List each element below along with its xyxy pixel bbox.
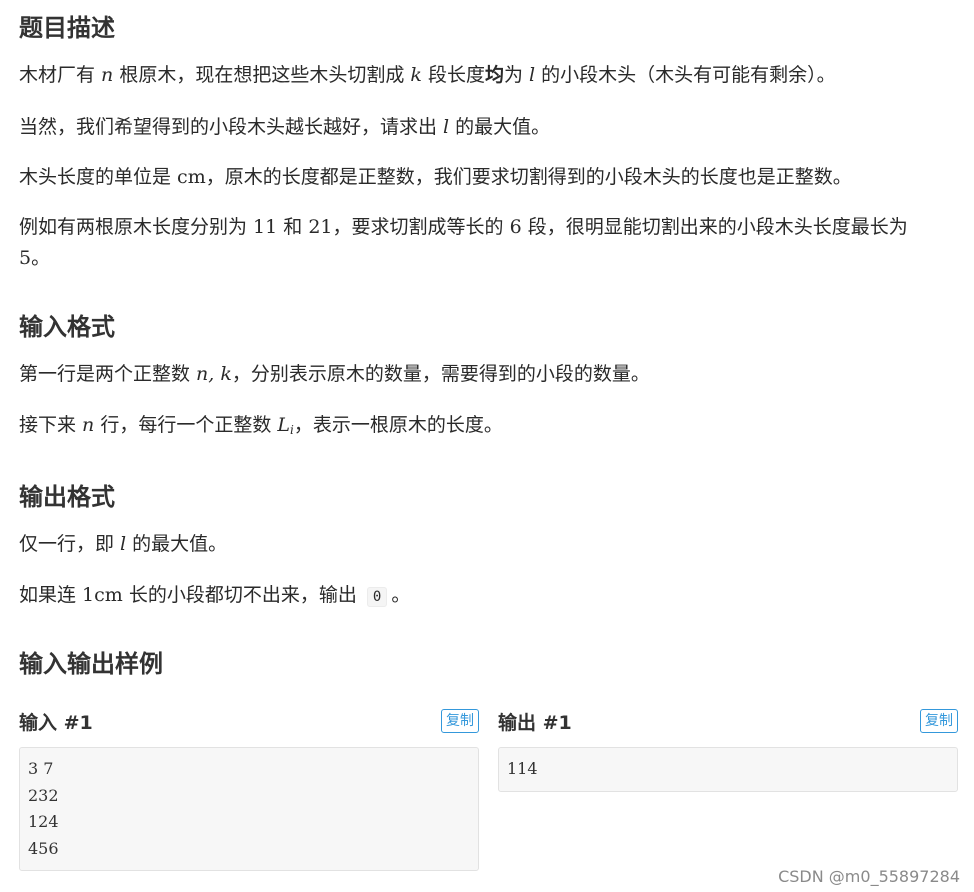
sample-line: 114 <box>507 759 538 778</box>
description-paragraph-1: 木材厂有 n 根原木，现在想把这些木头切割成 k 段长度均为 l 的小段木头（木… <box>19 60 836 91</box>
text-segment: 为 <box>503 64 530 86</box>
inline-code: 0 <box>366 587 388 607</box>
sample-line: 124 <box>28 812 59 831</box>
math-n: n <box>101 64 114 86</box>
sample-output-label: 输出 #1 <box>498 712 572 734</box>
output-format-title: 输出格式 <box>19 483 115 511</box>
output-format-paragraph-1: 仅一行，即 l 的最大值。 <box>19 529 227 560</box>
copy-input-button[interactable]: 复制 <box>441 709 479 733</box>
text-segment: 木头长度的单位是 <box>19 166 178 188</box>
sample-input: 输入 #1 复制 3 7 232 124 456 <box>19 707 479 871</box>
text-segment: 段，很明显能切割出来的小段木头长度最长为 <box>521 216 908 238</box>
text-segment: 的小段木头（木头有可能有剩余）。 <box>535 64 836 86</box>
sample-line: 232 <box>28 785 59 805</box>
sample-input-label: 输入 #1 <box>19 712 93 734</box>
math-unit: cm <box>177 166 206 188</box>
text-segment: 段长度 <box>421 64 485 86</box>
text-segment: ，要求切割成等长的 <box>332 216 510 238</box>
description-paragraph-2: 当然，我们希望得到的小段木头越长越好，请求出 l 的最大值。 <box>19 112 550 143</box>
math-n: n <box>82 414 95 436</box>
sample-output-box[interactable]: 114 <box>498 747 958 792</box>
math-k: k <box>410 64 422 86</box>
text-segment: 。 <box>391 584 411 606</box>
watermark: CSDN @m0_55897284 <box>778 867 960 886</box>
description-paragraph-4: 例如有两根原木长度分别为 11 和 21，要求切割成等长的 6 段，很明显能切割… <box>19 212 954 274</box>
samples-title: 输入输出样例 <box>19 650 163 678</box>
text-segment: 的最大值。 <box>449 116 551 138</box>
text-segment: 的最大值。 <box>126 533 228 555</box>
text-segment: ，表示一根原木的长度。 <box>293 414 503 436</box>
text-segment: 第一行是两个正整数 <box>19 363 197 385</box>
sample-line: 456 <box>28 838 59 858</box>
text-segment: 长的小段都切不出来，输出 <box>122 584 363 606</box>
text-segment: 接下来 <box>19 414 83 436</box>
math-L: L <box>277 414 291 436</box>
sample-line: 3 7 <box>28 759 54 778</box>
output-format-paragraph-2: 如果连 1cm 长的小段都切不出来，输出 0。 <box>19 580 410 613</box>
text-segment: ，分别表示原木的数量，需要得到的小段的数量。 <box>231 363 650 385</box>
text-segment: 如果连 <box>19 584 83 606</box>
text-segment: 仅一行，即 <box>19 533 121 555</box>
sample-input-header: 输入 #1 复制 <box>19 707 479 739</box>
math-value: 1cm <box>82 584 123 606</box>
text-segment: 行，每行一个正整数 <box>94 414 278 436</box>
math-n-k: n, k <box>196 363 232 385</box>
text-segment: 例如有两根原木长度分别为 <box>19 216 254 238</box>
text-segment: 木材厂有 <box>19 64 102 86</box>
math-number: 6 <box>509 216 522 238</box>
copy-output-button[interactable]: 复制 <box>920 709 958 733</box>
description-title: 题目描述 <box>19 14 115 42</box>
math-number: 21 <box>308 216 333 238</box>
math-number: 11 <box>253 216 278 238</box>
math-number: 5 <box>19 247 32 269</box>
text-segment: 当然，我们希望得到的小段木头越长越好，请求出 <box>19 116 444 138</box>
text-segment: ，原木的长度都是正整数，我们要求切割得到的小段木头的长度也是正整数。 <box>205 166 852 188</box>
sample-input-box[interactable]: 3 7 232 124 456 <box>19 747 479 871</box>
text-segment: 和 <box>277 216 309 238</box>
text-segment: 根原木，现在想把这些木头切割成 <box>113 64 411 86</box>
text-segment: 。 <box>31 247 51 269</box>
bold-text: 均 <box>484 64 504 86</box>
input-format-title: 输入格式 <box>19 313 115 341</box>
input-format-paragraph-1: 第一行是两个正整数 n, k，分别表示原木的数量，需要得到的小段的数量。 <box>19 359 650 390</box>
sample-output-header: 输出 #1 复制 <box>498 707 958 739</box>
description-paragraph-3: 木头长度的单位是 cm，原木的长度都是正整数，我们要求切割得到的小段木头的长度也… <box>19 162 852 193</box>
sample-output: 输出 #1 复制 114 <box>498 707 958 792</box>
input-format-paragraph-2: 接下来 n 行，每行一个正整数 Li，表示一根原木的长度。 <box>19 410 503 446</box>
